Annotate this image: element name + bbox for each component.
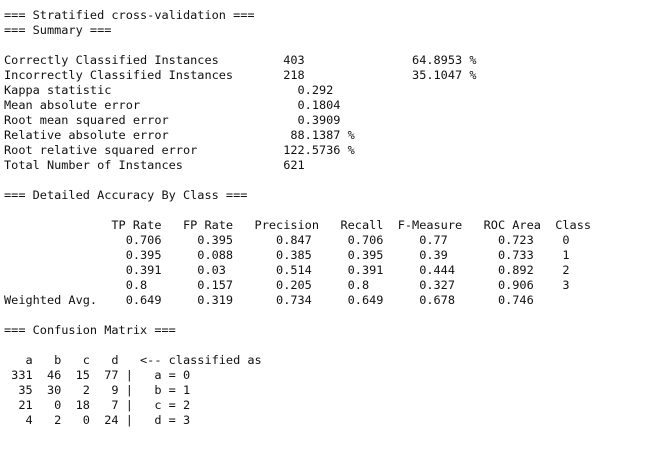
confusion-matrix-header: a b c d <-- classified as xyxy=(4,353,262,367)
summary-incorrectly-classified: Incorrectly Classified Instances 218 35.… xyxy=(4,68,477,82)
accuracy-table-header: TP Rate FP Rate Precision Recall F-Measu… xyxy=(4,218,592,232)
accuracy-table-row-weighted-avg: Weighted Avg. 0.649 0.319 0.734 0.649 0.… xyxy=(4,293,534,307)
summary-mean-absolute-error: Mean absolute error 0.1804 xyxy=(4,98,341,112)
summary-root-mean-squared-error: Root mean squared error 0.3909 xyxy=(4,113,341,127)
confusion-matrix-row-a: 331 46 15 77 | a = 0 xyxy=(4,368,191,382)
classifier-output-panel: === Stratified cross-validation === === … xyxy=(4,8,655,428)
section-header-detailed-accuracy: === Detailed Accuracy By Class === xyxy=(4,188,248,202)
summary-kappa-statistic: Kappa statistic 0.292 xyxy=(4,83,334,97)
section-header-summary: === Summary === xyxy=(4,23,112,37)
accuracy-table-row-class-2: 0.391 0.03 0.514 0.391 0.444 0.892 2 xyxy=(4,263,570,277)
section-header-confusion-matrix: === Confusion Matrix === xyxy=(4,323,176,337)
confusion-matrix-row-d: 4 2 0 24 | d = 3 xyxy=(4,413,191,427)
confusion-matrix-row-b: 35 30 2 9 | b = 1 xyxy=(4,383,191,397)
section-header-cross-validation: === Stratified cross-validation === xyxy=(4,8,255,22)
summary-total-instances: Total Number of Instances 621 xyxy=(4,158,305,172)
accuracy-table-row-class-3: 0.8 0.157 0.205 0.8 0.327 0.906 3 xyxy=(4,278,570,292)
summary-relative-absolute-error: Relative absolute error 88.1387 % xyxy=(4,128,355,142)
accuracy-table-row-class-0: 0.706 0.395 0.847 0.706 0.77 0.723 0 xyxy=(4,233,570,247)
summary-correctly-classified: Correctly Classified Instances 403 64.89… xyxy=(4,53,477,67)
accuracy-table-row-class-1: 0.395 0.088 0.385 0.395 0.39 0.733 1 xyxy=(4,248,570,262)
confusion-matrix-row-c: 21 0 18 7 | c = 2 xyxy=(4,398,191,412)
summary-root-relative-squared-error: Root relative squared error 122.5736 % xyxy=(4,143,355,157)
